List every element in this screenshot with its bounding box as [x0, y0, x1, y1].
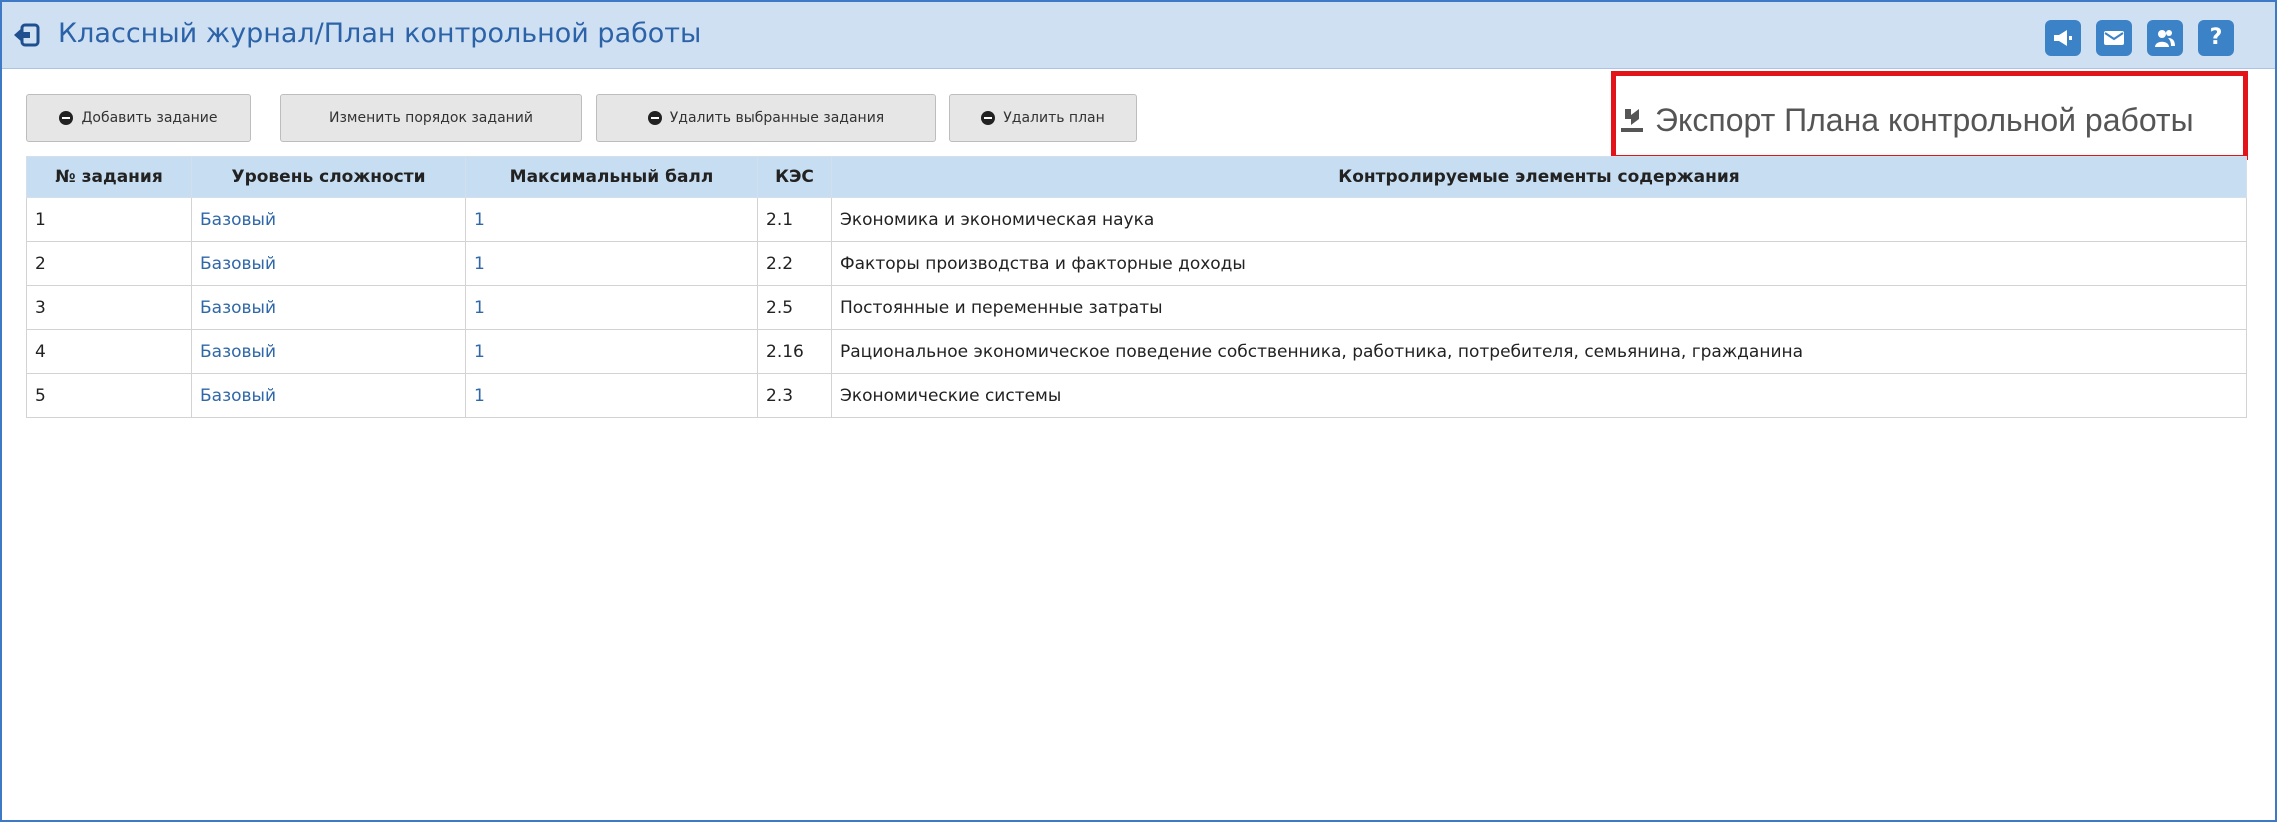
mail-icon — [2104, 31, 2124, 45]
difficulty-level-link[interactable]: Базовый — [191, 197, 466, 242]
export-plan-link[interactable]: Экспорт Плана контрольной работы — [1619, 98, 2194, 142]
page-title: Классный журнал/План контрольной работы — [58, 18, 702, 49]
column-header-num[interactable]: № задания — [26, 156, 192, 198]
difficulty-level-link[interactable]: Базовый — [191, 373, 466, 418]
table-header-row: № задания Уровень сложности Максимальный… — [26, 156, 2247, 198]
content-element-cell: Постоянные и переменные затраты — [831, 285, 2247, 330]
content-element-cell: Факторы производства и факторные доходы — [831, 241, 2247, 286]
max-score-link[interactable]: 1 — [465, 241, 758, 286]
content-element-cell: Рациональное экономическое поведение соб… — [831, 329, 2247, 374]
task-number-cell: 1 — [26, 197, 192, 242]
task-number-cell: 2 — [26, 241, 192, 286]
kes-cell: 2.1 — [757, 197, 832, 242]
task-number-cell: 4 — [26, 329, 192, 374]
tasks-table: № задания Уровень сложности Максимальный… — [26, 156, 2247, 418]
content-element-cell: Экономические системы — [831, 373, 2247, 418]
column-header-elements[interactable]: Контролируемые элементы содержания — [831, 156, 2247, 198]
kes-cell: 2.2 — [757, 241, 832, 286]
users-button[interactable] — [2147, 20, 2183, 56]
back-icon[interactable] — [12, 23, 40, 47]
kes-cell: 2.5 — [757, 285, 832, 330]
difficulty-level-link[interactable]: Базовый — [191, 285, 466, 330]
add-task-label: Добавить задание — [81, 110, 218, 126]
max-score-link[interactable]: 1 — [465, 197, 758, 242]
delete-selected-label: Удалить выбранные задания — [669, 110, 885, 126]
delete-plan-button[interactable]: Удалить план — [949, 94, 1137, 142]
mail-button[interactable] — [2096, 20, 2132, 56]
table-row[interactable]: 4 Базовый 1 2.16 Рациональное экономичес… — [26, 329, 2247, 374]
task-number-cell: 3 — [26, 285, 192, 330]
column-header-score[interactable]: Максимальный балл — [465, 156, 758, 198]
delete-plan-label: Удалить план — [1003, 110, 1105, 126]
kes-cell: 2.16 — [757, 329, 832, 374]
help-icon: ? — [2209, 25, 2223, 50]
max-score-link[interactable]: 1 — [465, 373, 758, 418]
megaphone-button[interactable] — [2045, 20, 2081, 56]
megaphone-icon — [2054, 30, 2072, 46]
table-row[interactable]: 2 Базовый 1 2.2 Факторы производства и ф… — [26, 241, 2247, 286]
reorder-tasks-button[interactable]: Изменить порядок заданий — [280, 94, 582, 142]
add-task-button[interactable]: Добавить задание — [26, 94, 251, 142]
column-header-level[interactable]: Уровень сложности — [191, 156, 466, 198]
table-row[interactable]: 3 Базовый 1 2.5 Постоянные и переменные … — [26, 285, 2247, 330]
table-row[interactable]: 5 Базовый 1 2.3 Экономические системы — [26, 373, 2247, 418]
reorder-tasks-label: Изменить порядок заданий — [328, 110, 533, 126]
delete-selected-button[interactable]: Удалить выбранные задания — [596, 94, 936, 142]
kes-cell: 2.3 — [757, 373, 832, 418]
table-row[interactable]: 1 Базовый 1 2.1 Экономика и экономическа… — [26, 197, 2247, 242]
difficulty-level-link[interactable]: Базовый — [191, 329, 466, 374]
minus-circle-icon — [647, 111, 662, 125]
task-number-cell: 5 — [26, 373, 192, 418]
minus-circle-icon — [59, 111, 74, 125]
app-window: Классный журнал/План контрольной работы … — [0, 0, 2277, 822]
column-header-kes[interactable]: КЭС — [757, 156, 832, 198]
download-icon — [1621, 109, 1643, 132]
max-score-link[interactable]: 1 — [465, 285, 758, 330]
users-icon — [2155, 30, 2175, 47]
content-element-cell: Экономика и экономическая наука — [831, 197, 2247, 242]
max-score-link[interactable]: 1 — [465, 329, 758, 374]
difficulty-level-link[interactable]: Базовый — [191, 241, 466, 286]
help-button[interactable]: ? — [2198, 20, 2234, 56]
title-bar: Классный журнал/План контрольной работы … — [2, 2, 2275, 69]
minus-circle-icon — [981, 111, 996, 125]
export-plan-label: Экспорт Плана контрольной работы — [1655, 101, 2194, 138]
